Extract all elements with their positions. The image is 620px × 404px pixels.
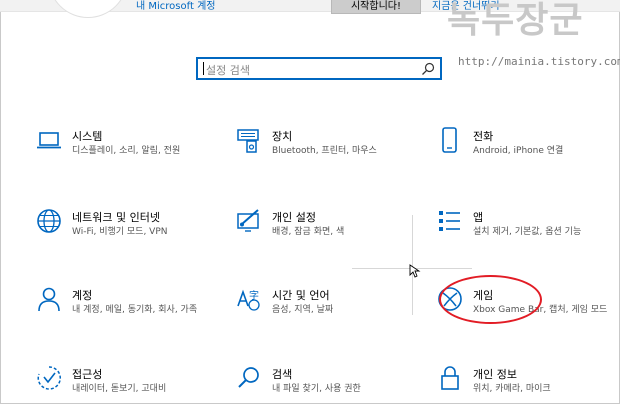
tile-system[interactable]: 시스템 디스플레이, 소리, 알림, 전원 [36,127,216,171]
tile-title: 네트워크 및 인터넷 [72,211,160,224]
devices-icon [237,129,259,153]
microsoft-account-link[interactable]: 내 Microsoft 계정 [136,0,215,12]
tile-description: 배경, 잠금 화면, 색 [272,227,345,237]
tile-title: 전화 [473,130,494,143]
tile-description: 내레이터, 돋보기, 고대비 [72,384,167,394]
tile-devices[interactable]: 장치 Bluetooth, 프린터, 마우스 [236,127,416,171]
tile-time-language[interactable]: 字 시간 및 언어 음성, 지역, 날짜 [236,286,416,330]
tile-title: 접근성 [72,368,103,381]
mouse-cursor-icon [409,264,421,278]
tile-title: 검색 [272,368,293,381]
tile-accounts[interactable]: 계정 내 계정, 메일, 동기화, 회사, 가족 [36,286,216,330]
start-button[interactable]: 시작합니다! [331,0,421,14]
globe-icon [37,209,61,233]
personalization-icon [237,209,259,232]
apps-icon [439,211,460,231]
search-placeholder: 설정 검색 [206,64,250,77]
search-input[interactable]: 설정 검색 [196,57,442,80]
tile-personalization[interactable]: 개인 설정 배경, 잠금 화면, 색 [236,208,416,252]
text-caret [203,62,204,75]
tile-phone[interactable]: 전화 Android, iPhone 연결 [437,127,617,171]
laptop-icon [37,132,61,149]
tile-network[interactable]: 네트워크 및 인터넷 Wi-Fi, 비행기 모드, VPN [36,208,216,252]
tile-privacy[interactable]: 개인 정보 위치, 카메라, 마이크 [437,365,617,404]
lock-icon [441,366,459,390]
tile-title: 시간 및 언어 [272,289,330,302]
tile-description: Wi-Fi, 비행기 모드, VPN [72,227,168,237]
tile-description: 디스플레이, 소리, 알림, 전원 [72,146,181,156]
tile-title: 시스템 [72,130,103,143]
tile-title: 장치 [272,130,293,143]
tile-description: Android, iPhone 연결 [473,146,564,156]
person-icon [38,287,60,312]
search-icon [238,367,259,388]
tile-search[interactable]: 검색 내 파일 찾기, 사용 권한 [236,365,416,404]
tile-description: 설치 제거, 기본값, 옵션 기능 [473,227,582,237]
tile-title: 앱 [473,211,484,224]
tile-description: Bluetooth, 프린터, 마우스 [272,146,377,156]
tile-title: 계정 [72,289,93,302]
tile-title: 개인 설정 [272,211,316,224]
tile-description: 위치, 카메라, 마이크 [473,384,551,394]
tile-description: 음성, 지역, 날짜 [272,305,334,315]
accessibility-icon [37,366,61,390]
tile-title: 개인 정보 [473,368,517,381]
phone-icon [442,127,457,153]
watermark-title: 녹두장군 [447,0,584,41]
highlight-circle [439,275,542,324]
tile-accessibility[interactable]: 접근성 내레이터, 돋보기, 고대비 [36,365,216,404]
watermark-url: http://mainia.tistory.com [458,55,620,68]
tile-description: 내 계정, 메일, 동기화, 회사, 가족 [72,305,198,315]
time-language-icon: 字 [237,289,260,311]
tile-description: 내 파일 찾기, 사용 권한 [272,384,361,394]
tile-apps[interactable]: 앱 설치 제거, 기본값, 옵션 기능 [437,208,617,252]
search-icon[interactable] [420,61,436,77]
